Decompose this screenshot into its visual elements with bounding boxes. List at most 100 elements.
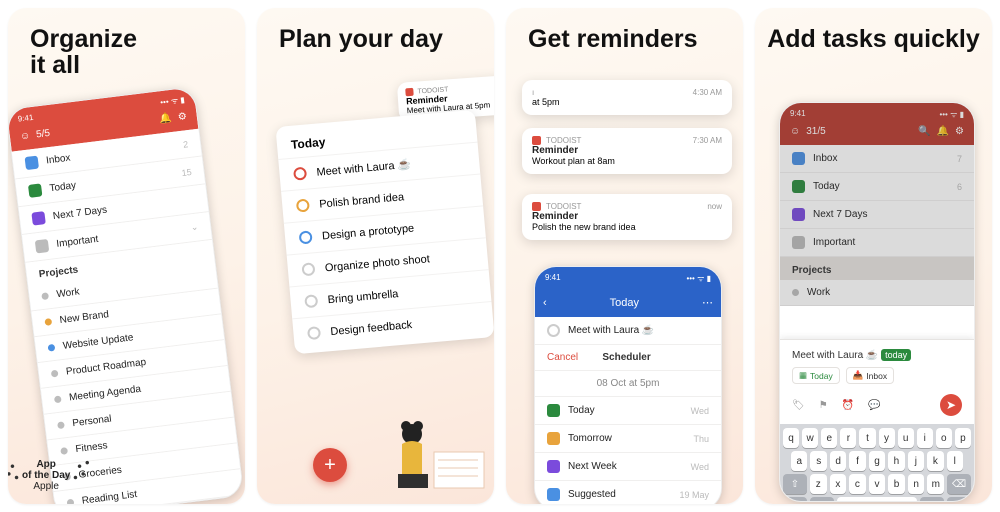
priority-ring-icon[interactable] — [304, 294, 318, 308]
date-token[interactable]: today — [881, 349, 911, 361]
priority-ring-icon[interactable] — [301, 262, 315, 276]
notification-card[interactable]: TODOISTnow Reminder Polish the new brand… — [522, 194, 732, 240]
status-signal-icon: ••• ᯤ ▮ — [160, 94, 186, 108]
flag-icon[interactable]: ⚑ — [819, 400, 828, 411]
panel-reminders: Get reminders ı4:30 AM at 5pm TODOIST7:3… — [506, 8, 743, 504]
nav-important[interactable]: Important — [780, 229, 974, 257]
key-e[interactable]: e — [821, 428, 837, 448]
priority-ring-icon[interactable] — [293, 167, 307, 181]
key-z[interactable]: z — [810, 474, 827, 494]
nav-today[interactable]: Today6 — [780, 173, 974, 201]
key-w[interactable]: w — [802, 428, 818, 448]
priority-ring-icon[interactable] — [547, 324, 560, 337]
bell-icon[interactable]: 🔔 — [159, 113, 173, 125]
key-h[interactable]: h — [888, 451, 904, 471]
key-x[interactable]: x — [830, 474, 847, 494]
chevron-down-icon: ⌄ — [190, 222, 199, 234]
schedule-option[interactable]: Suggested19 May — [535, 481, 721, 504]
nav-next7days[interactable]: Next 7 Days — [780, 201, 974, 229]
task-row[interactable]: Meet with Laura ☕ — [535, 317, 721, 345]
key-k[interactable]: k — [927, 451, 943, 471]
dot-icon — [51, 370, 59, 378]
key-u[interactable]: u — [898, 428, 914, 448]
quick-add-compose: Meet with Laura ☕ today ▦Today 📥Inbox 🏷 … — [780, 339, 974, 502]
app-icon — [532, 136, 541, 145]
panel1-heading: Organizeit all — [8, 26, 245, 79]
nav-inbox[interactable]: Inbox7 — [780, 145, 974, 173]
productivity-icon[interactable]: ☺ — [19, 130, 30, 142]
key-b[interactable]: b — [888, 474, 905, 494]
schedule-option[interactable]: TomorrowThu — [535, 425, 721, 453]
key-s[interactable]: s — [810, 451, 826, 471]
key-j[interactable]: j — [908, 451, 924, 471]
key-r[interactable]: r — [840, 428, 856, 448]
chip-inbox[interactable]: 📥Inbox — [846, 367, 894, 384]
key-n[interactable]: n — [908, 474, 925, 494]
notification-card[interactable]: ı4:30 AM at 5pm — [522, 80, 732, 115]
key-space[interactable]: space — [837, 497, 917, 502]
notification-card[interactable]: TODOIST7:30 AM Reminder Workout plan at … — [522, 128, 732, 174]
gear-icon[interactable]: ⚙ — [955, 126, 964, 137]
key-q[interactable]: q — [783, 428, 799, 448]
search-icon[interactable]: 🔍 — [918, 126, 930, 137]
key-g[interactable]: g — [869, 451, 885, 471]
inbox-icon — [792, 152, 805, 165]
dot-icon — [44, 318, 52, 326]
key-t[interactable]: t — [859, 428, 875, 448]
alarm-icon[interactable]: ⏰ — [842, 400, 854, 411]
key-p[interactable]: p — [955, 428, 971, 448]
projects-heading: Projects — [780, 257, 974, 280]
schedule-option[interactable]: TodayWed — [535, 397, 721, 425]
productivity-counter[interactable]: 31/5 — [806, 126, 825, 137]
schedule-option[interactable]: Next WeekWed — [535, 453, 721, 481]
priority-ring-icon[interactable] — [299, 230, 313, 244]
key-v[interactable]: v — [869, 474, 886, 494]
chip-today[interactable]: ▦Today — [792, 367, 840, 384]
more-icon[interactable]: ⋯ — [702, 296, 713, 309]
submit-button[interactable]: ➤ — [940, 394, 962, 416]
key-return[interactable]: ⏎ — [947, 497, 971, 502]
productivity-counter[interactable]: 5/5 — [35, 128, 50, 141]
priority-ring-icon[interactable] — [307, 326, 321, 340]
panel3-heading: Get reminders — [506, 26, 743, 52]
key-i[interactable]: i — [917, 428, 933, 448]
key-m[interactable]: m — [927, 474, 944, 494]
filter-icon — [35, 239, 49, 253]
key-123[interactable]: 123 — [783, 497, 807, 502]
calendar-icon — [28, 183, 42, 197]
project-item[interactable]: Work — [780, 280, 974, 306]
scheduler-title: Today — [547, 297, 702, 309]
arrow-right-icon — [547, 460, 560, 473]
priority-ring-icon[interactable] — [296, 199, 310, 213]
calendar-icon — [547, 404, 560, 417]
add-task-button[interactable]: + — [313, 448, 347, 482]
key-⇧[interactable]: ⇧ — [783, 474, 807, 494]
key-l[interactable]: l — [947, 451, 963, 471]
award-badge: App of the Day Apple — [22, 459, 70, 492]
panel2-heading: Plan your day — [257, 26, 494, 52]
scheduler-label: Scheduler — [602, 352, 650, 363]
key-c[interactable]: c — [849, 474, 866, 494]
gear-icon[interactable]: ⚙ — [177, 111, 187, 123]
key-⌫[interactable]: ⌫ — [947, 474, 971, 494]
cancel-button[interactable]: Cancel — [547, 352, 578, 363]
key-f[interactable]: f — [849, 451, 865, 471]
key-mic[interactable]: 🎤 — [920, 497, 944, 502]
panel-add-tasks: Add tasks quickly 9:41••• ᯤ ▮ ☺ 31/5 🔍 🔔… — [755, 8, 992, 504]
dot-icon — [57, 421, 65, 429]
today-task-list: Today Meet with Laura ☕ Polish brand ide… — [275, 110, 494, 355]
sun-icon — [547, 432, 560, 445]
phone-scheduler: 9:41••• ᯤ ▮ ‹ Today ⋯ Meet with Laura ☕ … — [534, 266, 722, 504]
comment-icon[interactable]: 💬 — [868, 400, 880, 411]
compose-input[interactable]: Meet with Laura ☕ today — [780, 340, 974, 367]
key-o[interactable]: o — [936, 428, 952, 448]
panel-plan: Plan your day TODOIST Reminder Meet with… — [257, 8, 494, 504]
productivity-icon[interactable]: ☺ — [790, 126, 800, 137]
key-y[interactable]: y — [879, 428, 895, 448]
key-emoji[interactable]: ☺ — [810, 497, 834, 502]
inbox-icon: 📥 — [853, 370, 864, 381]
key-a[interactable]: a — [791, 451, 807, 471]
label-icon[interactable]: 🏷 — [792, 400, 805, 411]
bell-icon[interactable]: 🔔 — [937, 126, 949, 137]
key-d[interactable]: d — [830, 451, 846, 471]
